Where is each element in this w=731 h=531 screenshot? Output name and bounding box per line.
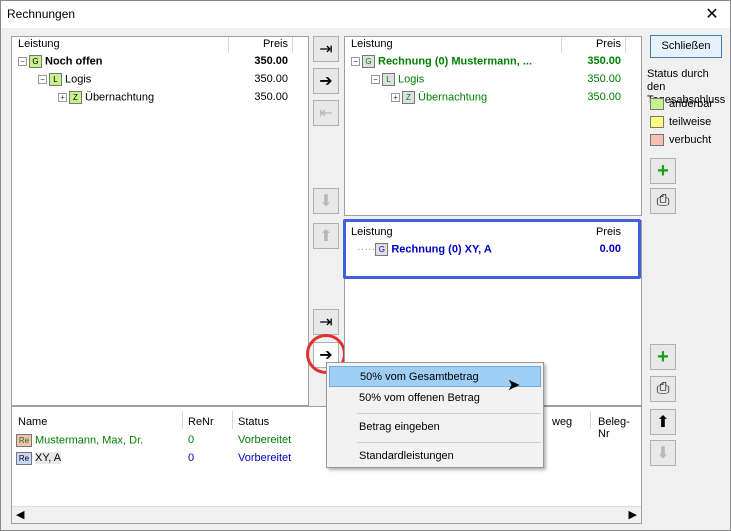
arrow-up-icon: ⬆: [319, 228, 333, 245]
tree-row[interactable]: − L Logis 350.00: [371, 73, 635, 91]
right-invoice-tree[interactable]: Leistung Preis − G Rechnung (0) Mustermann…: [344, 36, 642, 216]
invoice-name: XY, A: [35, 452, 62, 465]
invoice-down-button[interactable]: ⬇: [650, 440, 676, 466]
legend-label: verbucht: [669, 134, 712, 146]
menu-item-enter-amount[interactable]: Betrag eingeben: [329, 417, 541, 438]
close-icon[interactable]: ✕: [702, 4, 722, 24]
menu-item-standard-services[interactable]: Standardleistungen: [329, 446, 541, 467]
arrow-up-icon: ⬆: [656, 414, 670, 431]
invoice-name: Mustermann, Max, Dr.: [35, 434, 144, 447]
legend-label: änderbar: [669, 98, 714, 110]
dialog-body: Leistung Preis − G Noch offen 350.00 − L Log…: [0, 28, 731, 531]
tree-row[interactable]: − G Rechnung (0) Mustermann, ... 350.00: [351, 55, 635, 73]
legend-label: teilweise: [669, 116, 712, 128]
logis-badge-icon: L: [382, 73, 395, 86]
col-leistung: Leistung: [351, 226, 393, 238]
tree-row-label: Rechnung (0) Mustermann, ...: [378, 55, 533, 68]
group-badge-icon: G: [29, 55, 42, 68]
invoice-up-button[interactable]: ⬆: [650, 409, 676, 435]
tree-row-label: Übernachtung: [418, 91, 488, 104]
horizontal-scrollbar[interactable]: ◀ ▶: [12, 506, 641, 523]
tree-row-price: 0.00: [599, 243, 621, 255]
invoice-badge-icon: Re: [16, 452, 32, 465]
move-all-left-button[interactable]: ⇤: [313, 100, 339, 126]
plus-icon: +: [657, 159, 669, 182]
col-name: Name: [18, 416, 48, 428]
arrow-bar-right-icon: ⇥: [319, 41, 333, 58]
move-up-button[interactable]: ⬆: [313, 223, 339, 249]
close-button[interactable]: Schließen: [650, 35, 722, 58]
col-leistung: Leistung: [18, 38, 60, 50]
tree-row-label: Logis: [65, 73, 92, 86]
logis-badge-icon: L: [49, 73, 62, 86]
legend-item: verbucht: [650, 134, 712, 147]
print-button[interactable]: ⎙: [650, 188, 676, 214]
tree-row[interactable]: + Z Übernachtung 350.00: [391, 91, 635, 109]
tree-row[interactable]: + Z Übernachtung 350.00: [58, 91, 302, 109]
mouse-cursor-icon: ➤: [507, 377, 521, 394]
add-button[interactable]: +: [650, 158, 676, 184]
right-tree-header: Leistung Preis: [345, 225, 641, 239]
legend-green-icon: [650, 98, 664, 111]
arrow-right-icon: ➔: [319, 73, 333, 90]
legend-item: änderbar: [650, 98, 714, 111]
printer-icon: ⎙: [656, 380, 670, 397]
left-services-tree[interactable]: Leistung Preis − G Noch offen 350.00 − L Log…: [11, 36, 309, 406]
tree-row[interactable]: ····· G Rechnung (0) XY, A 0.00: [357, 243, 635, 261]
tree-row-price: 350.00: [587, 73, 621, 85]
legend-red-icon: [650, 134, 664, 147]
arrow-down-icon: ⬇: [656, 445, 670, 462]
title-bar: Rechnungen ✕: [0, 0, 731, 28]
tree-row-label: Logis: [398, 73, 425, 86]
print-invoice-button[interactable]: ⎙: [650, 376, 676, 402]
legend-item: teilweise: [650, 116, 712, 129]
legend-yellow-icon: [650, 116, 664, 129]
group-badge-icon: G: [375, 243, 389, 256]
window-title: Rechnungen: [7, 7, 76, 21]
invoice-status: Vorbereitet: [238, 452, 292, 464]
add-invoice-button[interactable]: +: [650, 344, 676, 370]
left-tree-header: Leistung Preis: [12, 37, 308, 51]
group-badge-icon: G: [362, 55, 375, 68]
invoice-badge-icon: Re: [16, 434, 32, 447]
context-menu: 50% vom Gesamtbetrag 50% vom offenen Bet…: [326, 362, 544, 468]
item-badge-icon: Z: [402, 91, 415, 104]
invoice-status: Vorbereitet: [238, 434, 292, 446]
scroll-left-icon[interactable]: ◀: [16, 508, 24, 521]
invoice-renr: 0: [188, 452, 195, 464]
right-tree-header: Leistung Preis: [345, 37, 641, 51]
move-all-right-button[interactable]: ⇥: [313, 36, 339, 62]
tree-row[interactable]: − G Noch offen 350.00: [18, 55, 302, 73]
tree-row-price: 350.00: [254, 91, 288, 103]
tree-row-price: 350.00: [254, 55, 288, 67]
printer-icon: ⎙: [656, 192, 670, 209]
tree-row-label: Rechnung (0) XY, A: [391, 243, 492, 256]
tree-row-price: 350.00: [587, 55, 621, 67]
tree-row-label: Noch offen: [45, 55, 103, 68]
move-down-button[interactable]: ⬇: [313, 188, 339, 214]
col-leistung: Leistung: [351, 38, 393, 50]
scroll-right-icon[interactable]: ▶: [629, 508, 637, 521]
col-weg: weg: [552, 416, 573, 428]
tree-row-price: 350.00: [254, 73, 288, 85]
tree-row-label: Übernachtung: [85, 91, 155, 104]
arrow-bar-left-icon: ⇤: [319, 105, 333, 122]
col-preis: Preis: [595, 226, 621, 238]
item-badge-icon: Z: [69, 91, 82, 104]
tree-row[interactable]: − L Logis 350.00: [38, 73, 302, 91]
col-status: Status: [238, 416, 270, 428]
tree-row-price: 350.00: [587, 91, 621, 103]
arrow-bar-right-icon: ⇥: [319, 314, 333, 331]
invoice-renr: 0: [188, 434, 195, 446]
arrow-down-icon: ⬇: [319, 193, 333, 210]
move-right-button[interactable]: ➔: [313, 68, 339, 94]
move-all-right-lower-button[interactable]: ⇥: [313, 309, 339, 335]
plus-icon: +: [657, 345, 669, 368]
col-preis: Preis: [262, 38, 288, 50]
col-preis: Preis: [595, 38, 621, 50]
col-renr: ReNr: [188, 416, 214, 428]
